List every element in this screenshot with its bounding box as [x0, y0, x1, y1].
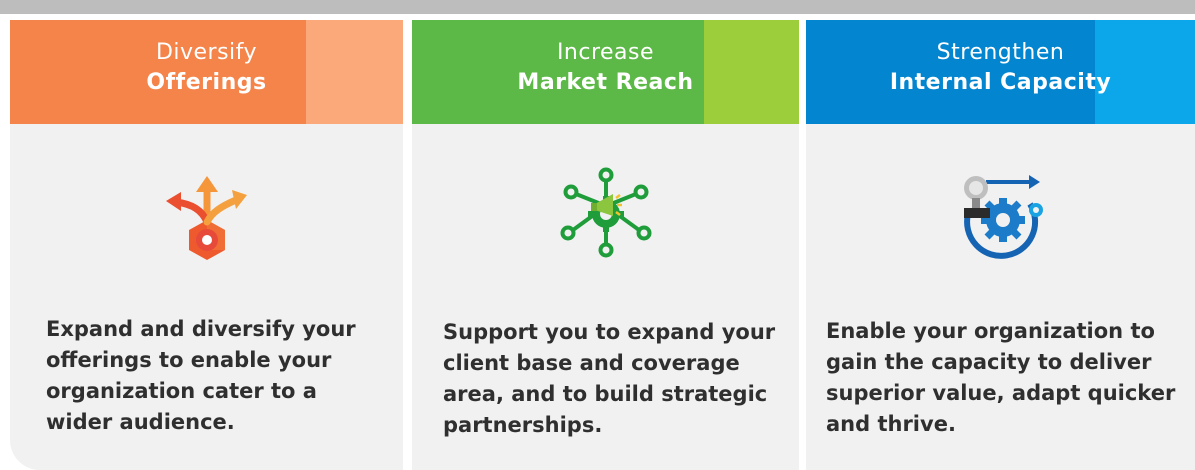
card-title-line2: Offerings	[146, 70, 267, 95]
card-diversify-offerings: Diversify Offerings Expand and diversify…	[10, 20, 403, 470]
card-header: Diversify Offerings	[10, 20, 403, 124]
card-title-line1: Strengthen	[936, 40, 1065, 65]
gears-lightbulb-growth-icon	[946, 158, 1056, 268]
card-header: Increase Market Reach	[412, 20, 799, 124]
card-increase-market-reach: Increase Market Reach Support you to exp…	[412, 20, 799, 470]
card-title-line1: Diversify	[155, 40, 258, 65]
card-title-line2: Internal Capacity	[889, 70, 1112, 95]
card-header: Strengthen Internal Capacity	[806, 20, 1195, 124]
card-description: Expand and diversify your offerings to e…	[46, 317, 356, 434]
top-divider-bar	[0, 0, 1195, 14]
card-strengthen-internal-capacity: Strengthen Internal Capacity Enable your…	[806, 20, 1195, 470]
card-title-line2: Market Reach	[517, 70, 694, 95]
megaphone-network-icon	[551, 158, 661, 268]
diverging-arrows-gear-icon	[152, 158, 262, 268]
card-description: Support you to expand your client base a…	[443, 320, 776, 437]
card-description: Enable your organization to gain the cap…	[826, 319, 1176, 436]
card-title-line1: Increase	[556, 40, 655, 65]
